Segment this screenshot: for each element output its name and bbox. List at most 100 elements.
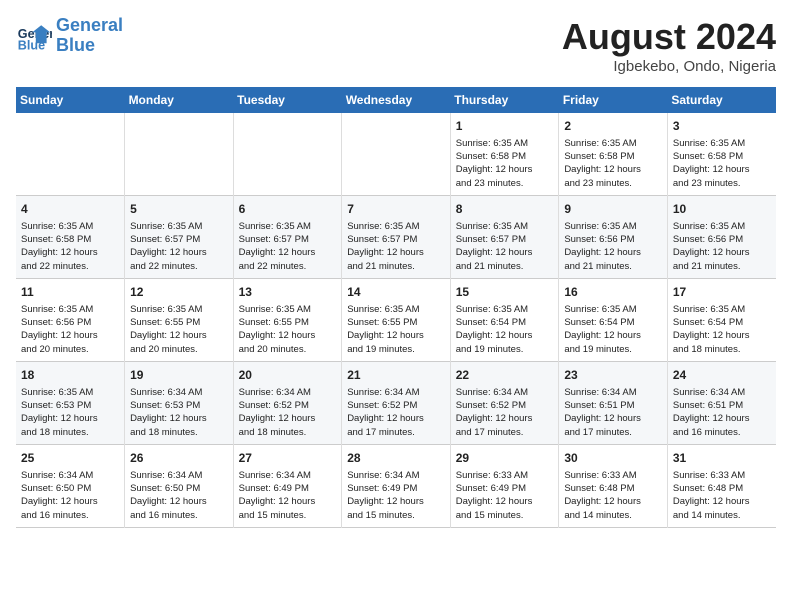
day-detail: Sunrise: 6:34 AM Sunset: 6:52 PM Dayligh… xyxy=(456,386,554,439)
day-detail: Sunrise: 6:35 AM Sunset: 6:58 PM Dayligh… xyxy=(456,137,554,190)
day-number: 13 xyxy=(239,284,337,301)
day-number: 24 xyxy=(673,367,771,384)
day-number: 20 xyxy=(239,367,337,384)
calendar-cell: 20 Sunrise: 6:34 AM Sunset: 6:52 PM Dayli… xyxy=(233,361,342,444)
day-detail: Sunrise: 6:35 AM Sunset: 6:58 PM Dayligh… xyxy=(673,137,771,190)
day-detail: Sunrise: 6:33 AM Sunset: 6:48 PM Dayligh… xyxy=(673,469,771,522)
calendar-cell: 7 Sunrise: 6:35 AM Sunset: 6:57 PM Daylig… xyxy=(342,195,451,278)
day-number: 7 xyxy=(347,201,445,218)
day-detail: Sunrise: 6:35 AM Sunset: 6:57 PM Dayligh… xyxy=(347,220,445,273)
day-number: 31 xyxy=(673,450,771,467)
calendar-cell: 24Sunrise: 6:34 AM Sunset: 6:51 PM Dayli… xyxy=(667,361,776,444)
month-title: August 2024 xyxy=(562,16,776,58)
calendar-cell: 22 Sunrise: 6:34 AM Sunset: 6:52 PM Dayli… xyxy=(450,361,559,444)
day-detail: Sunrise: 6:35 AM Sunset: 6:57 PM Dayligh… xyxy=(239,220,337,273)
weekday-header: Thursday xyxy=(450,87,559,113)
calendar-cell: 10 Sunrise: 6:35 AM Sunset: 6:56 PM Dayli… xyxy=(667,195,776,278)
day-detail: Sunrise: 6:35 AM Sunset: 6:56 PM Dayligh… xyxy=(21,303,119,356)
calendar-cell: 8 Sunrise: 6:35 AM Sunset: 6:57 PM Daylig… xyxy=(450,195,559,278)
day-number: 19 xyxy=(130,367,228,384)
day-detail: Sunrise: 6:35 AM Sunset: 6:54 PM Dayligh… xyxy=(564,303,662,356)
calendar-cell xyxy=(342,113,451,195)
calendar-cell: 18 Sunrise: 6:35 AM Sunset: 6:53 PM Dayli… xyxy=(16,361,125,444)
day-number: 25 xyxy=(21,450,119,467)
day-number: 21 xyxy=(347,367,445,384)
calendar-week-row: 1Sunrise: 6:35 AM Sunset: 6:58 PM Daylig… xyxy=(16,113,776,195)
calendar-cell: 14Sunrise: 6:35 AM Sunset: 6:55 PM Dayli… xyxy=(342,278,451,361)
logo-line1: General xyxy=(56,15,123,35)
day-detail: Sunrise: 6:35 AM Sunset: 6:56 PM Dayligh… xyxy=(564,220,662,273)
day-detail: Sunrise: 6:35 AM Sunset: 6:57 PM Dayligh… xyxy=(456,220,554,273)
day-detail: Sunrise: 6:35 AM Sunset: 6:54 PM Dayligh… xyxy=(456,303,554,356)
calendar-cell: 11 Sunrise: 6:35 AM Sunset: 6:56 PM Dayli… xyxy=(16,278,125,361)
calendar-body: 1Sunrise: 6:35 AM Sunset: 6:58 PM Daylig… xyxy=(16,113,776,527)
calendar-week-row: 4 Sunrise: 6:35 AM Sunset: 6:58 PM Daylig… xyxy=(16,195,776,278)
day-number: 22 xyxy=(456,367,554,384)
day-number: 12 xyxy=(130,284,228,301)
day-number: 11 xyxy=(21,284,119,301)
day-detail: Sunrise: 6:35 AM Sunset: 6:55 PM Dayligh… xyxy=(347,303,445,356)
day-number: 30 xyxy=(564,450,662,467)
weekday-header: Monday xyxy=(125,87,234,113)
day-number: 28 xyxy=(347,450,445,467)
day-number: 5 xyxy=(130,201,228,218)
header-row: SundayMondayTuesdayWednesdayThursdayFrid… xyxy=(16,87,776,113)
day-detail: Sunrise: 6:34 AM Sunset: 6:52 PM Dayligh… xyxy=(347,386,445,439)
day-detail: Sunrise: 6:35 AM Sunset: 6:58 PM Dayligh… xyxy=(564,137,662,190)
day-detail: Sunrise: 6:35 AM Sunset: 6:58 PM Dayligh… xyxy=(21,220,119,273)
day-number: 6 xyxy=(239,201,337,218)
calendar-cell: 28 Sunrise: 6:34 AM Sunset: 6:49 PM Dayli… xyxy=(342,444,451,527)
day-number: 26 xyxy=(130,450,228,467)
day-number: 15 xyxy=(456,284,554,301)
calendar-cell: 13Sunrise: 6:35 AM Sunset: 6:55 PM Dayli… xyxy=(233,278,342,361)
calendar-cell: 23 Sunrise: 6:34 AM Sunset: 6:51 PM Dayli… xyxy=(559,361,668,444)
day-number: 9 xyxy=(564,201,662,218)
day-number: 18 xyxy=(21,367,119,384)
logo: General Blue General Blue xyxy=(16,16,123,56)
calendar-week-row: 11 Sunrise: 6:35 AM Sunset: 6:56 PM Dayli… xyxy=(16,278,776,361)
day-detail: Sunrise: 6:34 AM Sunset: 6:49 PM Dayligh… xyxy=(239,469,337,522)
title-area: August 2024 Igbekebo, Ondo, Nigeria xyxy=(562,16,776,75)
calendar-cell: 15 Sunrise: 6:35 AM Sunset: 6:54 PM Dayli… xyxy=(450,278,559,361)
logo-icon: General Blue xyxy=(16,18,52,54)
calendar-cell: 9 Sunrise: 6:35 AM Sunset: 6:56 PM Daylig… xyxy=(559,195,668,278)
calendar-cell: 19 Sunrise: 6:34 AM Sunset: 6:53 PM Dayli… xyxy=(125,361,234,444)
calendar-table: SundayMondayTuesdayWednesdayThursdayFrid… xyxy=(16,87,776,528)
day-number: 29 xyxy=(456,450,554,467)
calendar-cell: 27 Sunrise: 6:34 AM Sunset: 6:49 PM Dayli… xyxy=(233,444,342,527)
day-detail: Sunrise: 6:35 AM Sunset: 6:55 PM Dayligh… xyxy=(130,303,228,356)
day-detail: Sunrise: 6:35 AM Sunset: 6:53 PM Dayligh… xyxy=(21,386,119,439)
calendar-cell: 29Sunrise: 6:33 AM Sunset: 6:49 PM Dayli… xyxy=(450,444,559,527)
logo-line2: Blue xyxy=(56,35,95,55)
day-number: 2 xyxy=(564,118,662,135)
day-detail: Sunrise: 6:35 AM Sunset: 6:54 PM Dayligh… xyxy=(673,303,771,356)
day-detail: Sunrise: 6:33 AM Sunset: 6:48 PM Dayligh… xyxy=(564,469,662,522)
day-detail: Sunrise: 6:34 AM Sunset: 6:50 PM Dayligh… xyxy=(130,469,228,522)
calendar-cell: 25 Sunrise: 6:34 AM Sunset: 6:50 PM Dayli… xyxy=(16,444,125,527)
day-number: 8 xyxy=(456,201,554,218)
weekday-header: Sunday xyxy=(16,87,125,113)
day-number: 4 xyxy=(21,201,119,218)
location: Igbekebo, Ondo, Nigeria xyxy=(562,58,776,75)
day-detail: Sunrise: 6:34 AM Sunset: 6:51 PM Dayligh… xyxy=(564,386,662,439)
day-detail: Sunrise: 6:34 AM Sunset: 6:52 PM Dayligh… xyxy=(239,386,337,439)
calendar-cell: 26 Sunrise: 6:34 AM Sunset: 6:50 PM Dayli… xyxy=(125,444,234,527)
day-number: 10 xyxy=(673,201,771,218)
calendar-cell: 5Sunrise: 6:35 AM Sunset: 6:57 PM Daylig… xyxy=(125,195,234,278)
day-detail: Sunrise: 6:35 AM Sunset: 6:56 PM Dayligh… xyxy=(673,220,771,273)
day-detail: Sunrise: 6:34 AM Sunset: 6:53 PM Dayligh… xyxy=(130,386,228,439)
calendar-header: SundayMondayTuesdayWednesdayThursdayFrid… xyxy=(16,87,776,113)
day-detail: Sunrise: 6:34 AM Sunset: 6:50 PM Dayligh… xyxy=(21,469,119,522)
calendar-cell xyxy=(16,113,125,195)
day-number: 23 xyxy=(564,367,662,384)
calendar-cell xyxy=(233,113,342,195)
calendar-cell: 16Sunrise: 6:35 AM Sunset: 6:54 PM Dayli… xyxy=(559,278,668,361)
calendar-cell: 12 Sunrise: 6:35 AM Sunset: 6:55 PM Dayli… xyxy=(125,278,234,361)
calendar-week-row: 25 Sunrise: 6:34 AM Sunset: 6:50 PM Dayli… xyxy=(16,444,776,527)
day-number: 17 xyxy=(673,284,771,301)
calendar-cell: 4 Sunrise: 6:35 AM Sunset: 6:58 PM Daylig… xyxy=(16,195,125,278)
day-number: 3 xyxy=(673,118,771,135)
day-detail: Sunrise: 6:34 AM Sunset: 6:49 PM Dayligh… xyxy=(347,469,445,522)
calendar-cell: 21 Sunrise: 6:34 AM Sunset: 6:52 PM Dayli… xyxy=(342,361,451,444)
day-number: 27 xyxy=(239,450,337,467)
